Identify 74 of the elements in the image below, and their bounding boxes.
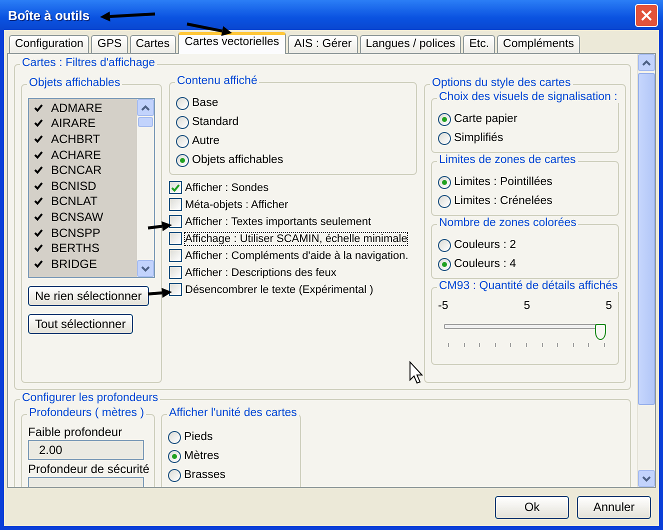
list-item[interactable]: BCNSPP bbox=[32, 224, 134, 240]
group-title: Objets affichables bbox=[27, 77, 122, 89]
scale-label: 5 bbox=[606, 300, 612, 312]
group-title: Configurer les profondeurs bbox=[20, 392, 160, 404]
scale-label: 5 bbox=[524, 300, 530, 312]
group-title: Nombre de zones colorées bbox=[437, 217, 578, 229]
input-field[interactable]: 2.00 bbox=[28, 440, 144, 460]
field-label: Profondeur de sécurité bbox=[28, 462, 148, 476]
list-item[interactable]: ACHARE bbox=[32, 146, 134, 162]
list-item[interactable]: AIRARE bbox=[32, 116, 134, 132]
field-label: Faible profondeur bbox=[28, 425, 124, 439]
select-button[interactable]: Tout sélectionner bbox=[28, 314, 133, 334]
radio-button[interactable]: Pieds bbox=[168, 429, 294, 445]
tab[interactable]: Cartes bbox=[130, 35, 176, 53]
tab[interactable]: Etc. bbox=[463, 35, 496, 53]
annotation-arrow bbox=[148, 221, 172, 232]
tab[interactable]: Langues / polices bbox=[360, 35, 462, 53]
checkbox[interactable]: Afficher : Textes importants seulement bbox=[169, 213, 417, 230]
radio-button[interactable]: Standard bbox=[176, 114, 410, 130]
slider-thumb[interactable] bbox=[595, 324, 606, 340]
list-item[interactable]: ADMARE bbox=[32, 100, 134, 116]
group-title: Contenu affiché bbox=[175, 75, 260, 87]
scrollbar[interactable] bbox=[637, 54, 655, 487]
window-title: Boîte à outils bbox=[8, 8, 90, 22]
scroll-thumb[interactable] bbox=[638, 73, 655, 405]
checkbox[interactable]: Affichage : Utiliser SCAMIN, échelle minimale bbox=[169, 230, 417, 247]
group-title: CM93 : Quantité de détails affichés bbox=[437, 280, 620, 292]
close-icon bbox=[641, 10, 652, 20]
scroll-thumb[interactable] bbox=[138, 117, 153, 127]
scale-label: -5 bbox=[438, 300, 448, 312]
tab[interactable]: Compléments bbox=[497, 35, 580, 53]
list-item[interactable]: BCNISD bbox=[32, 178, 134, 194]
checkbox[interactable]: Méta-objets : Afficher bbox=[169, 196, 417, 213]
radio-button[interactable]: Limites : Crénelées bbox=[438, 193, 612, 209]
dialog-button[interactable]: Annuler bbox=[577, 496, 651, 518]
list-item[interactable]: BCNLAT bbox=[32, 194, 134, 210]
list-item[interactable]: BCNSAW bbox=[32, 209, 134, 225]
radio-button[interactable]: Carte papier bbox=[438, 111, 612, 127]
radio-button[interactable]: Base bbox=[176, 95, 410, 111]
tab[interactable]: Cartes vectorielles bbox=[178, 32, 286, 54]
list-scrollbar[interactable] bbox=[137, 99, 154, 277]
radio-button[interactable]: Couleurs : 4 bbox=[438, 256, 612, 272]
radio-button[interactable]: Simplifiés bbox=[438, 130, 612, 146]
annotation-arrow bbox=[100, 11, 156, 22]
radio-button[interactable]: Brasses bbox=[168, 467, 294, 483]
radio-button[interactable]: Autre bbox=[176, 133, 410, 149]
select-button[interactable]: Ne rien sélectionner bbox=[28, 286, 149, 306]
list-item[interactable]: BRIDGE bbox=[32, 256, 134, 272]
radio-button[interactable]: Mètres bbox=[168, 448, 294, 464]
dialog-button[interactable]: Ok bbox=[495, 496, 569, 518]
checkbox[interactable]: Afficher : Descriptions des feux bbox=[169, 264, 417, 281]
group-title: Afficher l'unité des cartes bbox=[167, 407, 299, 419]
radio-button[interactable]: Objets affichables bbox=[176, 152, 410, 168]
group-title: Cartes : Filtres d'affichage bbox=[20, 57, 158, 69]
checklist[interactable]: ADMARE AIRARE ACHBRT ACHARE BCNCAR BCNISD BCNLAT BCNSAW BCNSPP BERTHS BRIDGE bbox=[28, 98, 155, 278]
annotation-arrow bbox=[186, 22, 232, 36]
radio-button[interactable]: Limites : Pointillées bbox=[438, 174, 612, 190]
cursor-icon bbox=[410, 360, 424, 384]
checkbox[interactable]: Afficher : Sondes bbox=[169, 179, 417, 196]
tab[interactable]: GPS bbox=[91, 35, 128, 53]
close-button[interactable] bbox=[635, 4, 658, 26]
checkbox[interactable]: Afficher : Compléments d'aide à la navigation. bbox=[169, 247, 417, 264]
group-title: Limites de zones de cartes bbox=[437, 154, 578, 166]
radio-button[interactable]: Couleurs : 2 bbox=[438, 237, 612, 253]
tab[interactable]: Configuration bbox=[9, 35, 90, 53]
annotation-arrow bbox=[148, 288, 172, 298]
list-item[interactable]: BERTHS bbox=[32, 240, 134, 256]
list-item[interactable]: BCNCAR bbox=[32, 162, 134, 178]
group-title: Profondeurs ( mètres ) bbox=[27, 407, 146, 419]
list-item[interactable]: ACHBRT bbox=[32, 131, 134, 147]
tab[interactable]: AIS : Gérer bbox=[288, 35, 358, 53]
group-title: Choix des visuels de signalisation : bbox=[437, 91, 620, 103]
checkbox[interactable]: Désencombrer le texte (Expérimental ) bbox=[169, 281, 417, 298]
group-title: Options du style des cartes bbox=[430, 77, 573, 89]
